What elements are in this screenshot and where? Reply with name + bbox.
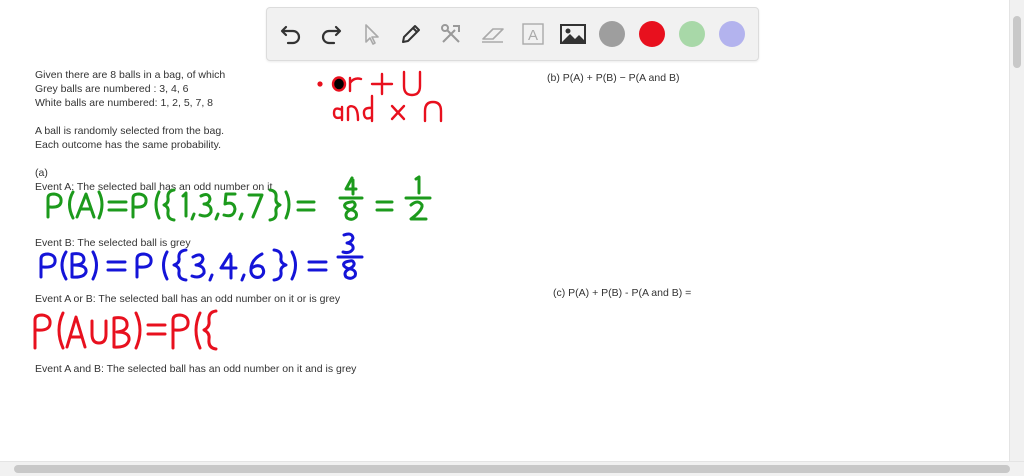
intro-line-3: White balls are numbered: 1, 2, 5, 7, 8 — [35, 97, 214, 109]
redo-icon[interactable] — [315, 18, 347, 50]
eraser-icon[interactable] — [477, 18, 509, 50]
text-icon[interactable]: A — [517, 18, 549, 50]
drawing-toolbar: A — [266, 7, 759, 61]
intro-line-4: A ball is randomly selected from the bag… — [35, 125, 225, 137]
undo-icon[interactable] — [275, 18, 307, 50]
intro-line-2: Grey balls are numbered : 3, 4, 6 — [35, 83, 189, 95]
pointer-icon[interactable] — [355, 18, 387, 50]
event-a-and-b-text: Event A and B: The selected ball has an … — [35, 363, 357, 375]
image-icon[interactable] — [557, 18, 589, 50]
event-a-or-b-text: Event A or B: The selected ball has an o… — [35, 293, 341, 305]
part-b-text: (b) P(A) + P(B) − P(A and B) — [547, 72, 680, 84]
part-c-text: (c) P(A) + P(B) - P(A and B) = — [553, 287, 692, 299]
handwritten-pb-calculation — [39, 232, 364, 282]
horizontal-scroll-thumb[interactable] — [14, 465, 1010, 473]
vertical-scrollbar[interactable] — [1009, 0, 1024, 462]
pen-icon[interactable] — [395, 18, 427, 50]
intro-line-5: Each outcome has the same probability. — [35, 139, 221, 151]
color-swatch-red[interactable] — [639, 21, 665, 47]
vertical-scroll-thumb[interactable] — [1013, 16, 1021, 68]
handwritten-note-set-operations — [317, 70, 443, 123]
color-swatch-purple[interactable] — [719, 21, 745, 47]
intro-line-1: Given there are 8 balls in a bag, of whi… — [35, 69, 226, 81]
handwritten-pa-calculation — [46, 175, 432, 222]
horizontal-scrollbar[interactable] — [0, 461, 1024, 476]
color-swatch-green[interactable] — [679, 21, 705, 47]
color-swatch-grey[interactable] — [599, 21, 625, 47]
handwritten-paub-calculation — [33, 309, 218, 351]
tools-icon[interactable] — [435, 18, 467, 50]
svg-text:A: A — [528, 27, 538, 44]
